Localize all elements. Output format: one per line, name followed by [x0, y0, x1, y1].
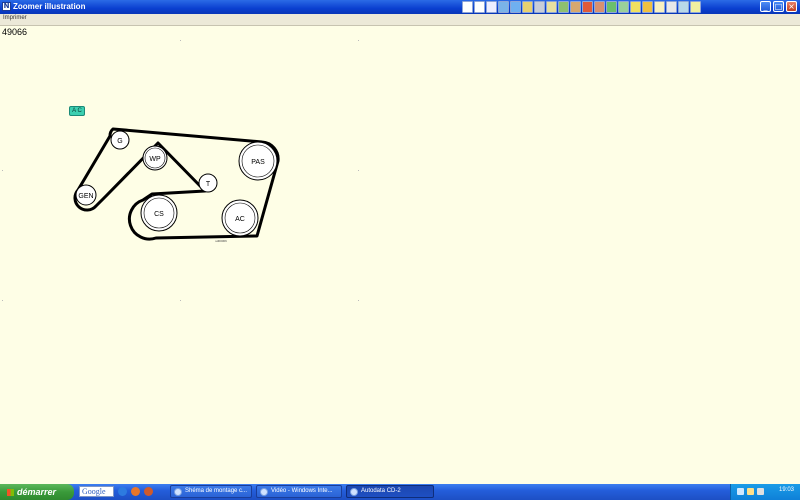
windows-taskbar: démarrer Google Shéma de montage c... Vi… [0, 484, 800, 500]
close-button[interactable]: × [786, 1, 797, 12]
firefox-quicklaunch-icon[interactable] [131, 487, 140, 496]
key-icon[interactable] [678, 1, 689, 13]
gauge-icon[interactable] [642, 1, 653, 13]
pulley-pas: PAS [238, 141, 278, 181]
toolbar [462, 1, 701, 13]
ie-icon [174, 488, 182, 496]
pulley-label: PAS [251, 159, 265, 166]
speaker-icon[interactable] [747, 488, 754, 495]
window-title-bar: N Zoomer illustration _ □ × [0, 0, 800, 14]
maximize-button[interactable]: □ [773, 1, 784, 12]
window-controls: _ □ × [760, 1, 797, 12]
pulley-label: GEN [78, 193, 93, 200]
registration-dot [2, 300, 3, 301]
clock: 19:03 [778, 487, 794, 493]
pulley-t: T [198, 173, 218, 193]
app-quicklaunch-icon[interactable] [144, 487, 153, 496]
task-label: Autodata CD-2 [361, 488, 401, 494]
pulley-label: WP [149, 156, 161, 163]
prev-icon[interactable] [474, 1, 485, 13]
network-icon[interactable] [737, 488, 744, 495]
task-autodata[interactable]: Autodata CD-2 [346, 485, 434, 498]
engine-icon[interactable] [534, 1, 545, 13]
autodata-app-icon: N [2, 2, 11, 11]
pulley-label: CS [154, 211, 164, 218]
chart-icon[interactable] [498, 1, 509, 13]
windows-flag-icon [7, 489, 14, 496]
pulley-label: AC [235, 216, 245, 223]
belt-routing-diagram: G WP GEN T CS AC PAS sd00066 [73, 127, 280, 243]
pulley-gen: GEN [75, 184, 97, 206]
info-icon[interactable] [690, 1, 701, 13]
first-page-icon[interactable] [462, 1, 473, 13]
tools-icon[interactable] [522, 1, 533, 13]
image-icon[interactable] [570, 1, 581, 13]
pulley-label: T [206, 181, 211, 188]
task-label: Vidéo - Windows Inte... [271, 488, 333, 494]
pulley-label: G [117, 138, 122, 145]
google-search-box[interactable]: Google [79, 486, 114, 497]
start-button[interactable]: démarrer [0, 484, 74, 500]
illustration-canvas: 49066 A C G WP GEN T CS AC PAS sd00066 [0, 26, 800, 484]
ie-quicklaunch-icon[interactable] [118, 487, 127, 496]
warning-icon[interactable] [486, 1, 497, 13]
menu-print[interactable]: Imprimer [3, 15, 27, 21]
display-icon[interactable] [606, 1, 617, 13]
registration-dot [358, 300, 359, 301]
pulley-wp: WP [142, 145, 168, 171]
task-shema-montage[interactable]: Shéma de montage c... [170, 485, 252, 498]
menu-bar: Imprimer [0, 14, 800, 26]
window-title: Zoomer illustration [13, 2, 86, 11]
person-icon[interactable] [666, 1, 677, 13]
car-icon[interactable] [594, 1, 605, 13]
pulley-g: G [110, 130, 130, 150]
note-icon[interactable] [630, 1, 641, 13]
task-label: Shéma de montage c... [185, 488, 248, 494]
diagram-reference-caption: sd00066 [215, 239, 227, 243]
registration-dot [180, 300, 181, 301]
task-video-ie[interactable]: Vidéo - Windows Inte... [256, 485, 342, 498]
globe-icon[interactable] [510, 1, 521, 13]
pulley-cs: CS [140, 194, 178, 232]
security-icon[interactable] [757, 488, 764, 495]
bulb-icon[interactable] [654, 1, 665, 13]
minimize-button[interactable]: _ [760, 1, 771, 12]
globe2-icon[interactable] [582, 1, 593, 13]
book-icon[interactable] [618, 1, 629, 13]
pulley-ac: AC [221, 199, 259, 237]
start-label: démarrer [17, 487, 57, 497]
wiring-icon[interactable] [558, 1, 569, 13]
autodata-icon [350, 488, 358, 496]
table-icon[interactable] [546, 1, 557, 13]
ie-icon [260, 488, 268, 496]
